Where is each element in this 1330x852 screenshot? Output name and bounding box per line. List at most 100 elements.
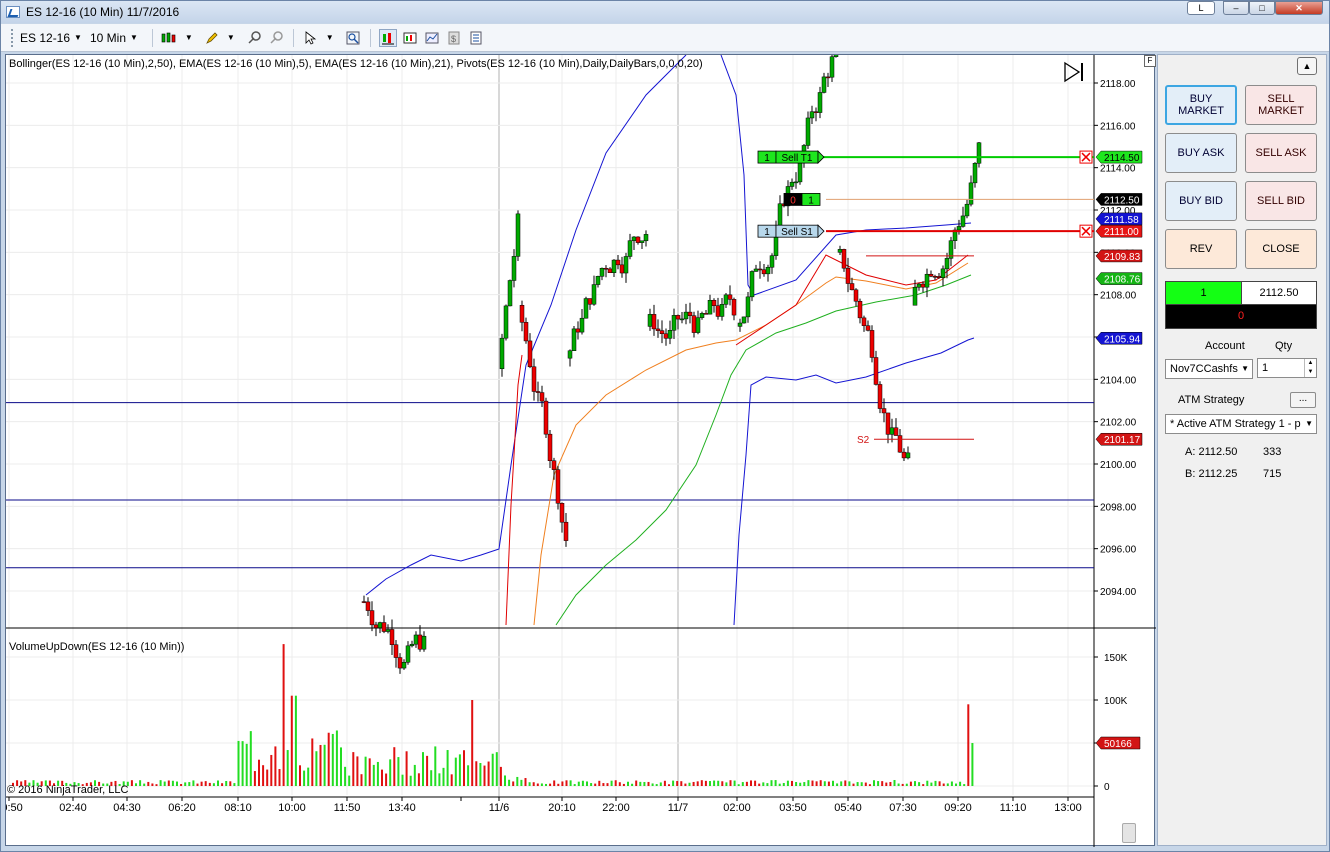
chart-app-icon <box>6 6 20 18</box>
ema-slow-line <box>555 274 972 626</box>
candle-body <box>968 182 974 205</box>
spin-arrows-icon[interactable]: ▲ ▼ <box>1304 359 1316 377</box>
buy-ask-button[interactable]: BUY ASK <box>1165 133 1237 173</box>
candle-body <box>675 315 681 320</box>
chart-panel[interactable]: S2 1 Sell T1 0 1 1 Sell S1 2118.00 2116.00 2114.0… <box>5 54 1156 847</box>
candle-body <box>571 328 577 351</box>
candle-body <box>916 283 922 288</box>
position-short-tag: 0 <box>783 193 803 206</box>
candle-body <box>813 111 819 113</box>
volume-bar <box>709 781 711 786</box>
magnet-icon[interactable] <box>245 29 263 47</box>
quantity-stepper[interactable]: 1 ▲ ▼ <box>1257 358 1317 378</box>
volume-bar <box>262 765 265 786</box>
candle-body <box>583 298 589 319</box>
bar-style-dropdown[interactable]: ▼ <box>181 33 193 42</box>
volume-bar <box>922 784 925 786</box>
sell-market-button[interactable]: SELL MARKET <box>1245 85 1317 125</box>
volume-bar <box>614 780 617 786</box>
time-tick-label: 20:10 <box>548 802 576 814</box>
toolbar-separator <box>369 28 371 47</box>
account-select[interactable]: Nov7CCashfs ▼ <box>1165 359 1253 379</box>
toolbar-grip[interactable] <box>11 28 14 47</box>
drawing-tools-dropdown[interactable]: ▼ <box>223 33 235 42</box>
horizontal-scroll-thumb[interactable] <box>1122 823 1136 843</box>
time-tick-label: 04:30 <box>113 802 141 814</box>
interval-selector[interactable]: 10 Min ▼ <box>90 31 138 45</box>
candle-body <box>845 267 851 284</box>
volume-bar <box>729 780 732 786</box>
cancel-order-icon[interactable] <box>1079 224 1093 238</box>
reverse-button[interactable]: REV <box>1165 229 1237 269</box>
volume-bar <box>684 783 687 786</box>
volume-bar <box>344 766 347 786</box>
price-tick-label: 2096.00 <box>1100 545 1137 556</box>
maximize-button[interactable]: □ <box>1249 1 1275 15</box>
atm-settings-button[interactable]: ... <box>1290 392 1316 408</box>
volume-bar <box>819 780 822 786</box>
dollar-icon[interactable]: $ <box>445 29 463 47</box>
pointer-icon[interactable] <box>302 29 320 47</box>
price-tick-label: 2108.00 <box>1100 291 1137 302</box>
properties-icon[interactable] <box>467 29 485 47</box>
chart-trader-icon[interactable] <box>378 28 397 47</box>
volume-bar <box>167 780 170 786</box>
close-position-button[interactable]: CLOSE <box>1245 229 1317 269</box>
fixed-scale-button[interactable]: F <box>1144 55 1156 67</box>
minimize-button[interactable]: – <box>1223 1 1249 15</box>
atm-strategy-select[interactable]: * Active ATM Strategy 1 - p ▼ <box>1165 414 1317 434</box>
stop-label-tag: Sell S1 <box>775 224 819 238</box>
volume-bar <box>286 750 289 786</box>
zoom-icon[interactable] <box>344 29 362 47</box>
sell-bid-button[interactable]: SELL BID <box>1245 181 1317 221</box>
candle-body <box>523 322 529 342</box>
close-window-button[interactable]: ✕ <box>1275 1 1323 15</box>
volume-bar <box>627 781 629 786</box>
instrument-selector[interactable]: ES 12-16 ▼ <box>20 31 82 45</box>
strategies-icon[interactable] <box>423 29 441 47</box>
volume-bar <box>782 782 785 786</box>
volume-bar <box>618 782 621 786</box>
volume-legend: VolumeUpDown(ES 12-16 (10 Min)) <box>9 641 185 653</box>
crosshair-icon[interactable] <box>267 29 285 47</box>
volume-bar <box>491 753 494 786</box>
candle-body <box>393 644 399 658</box>
toolbar-separator <box>292 28 294 47</box>
time-tick-label: 08:10 <box>224 802 252 814</box>
candle-body <box>503 305 509 339</box>
candle-body <box>405 645 411 663</box>
volume-bar <box>454 757 457 786</box>
ema-fast-line <box>735 254 969 346</box>
buy-market-button[interactable]: BUY MARKET <box>1165 85 1237 125</box>
volume-bar <box>217 780 219 786</box>
scroll-to-end-triangle <box>1064 61 1081 83</box>
candle-body <box>527 340 533 368</box>
volume-bar <box>352 752 355 786</box>
volume-bar <box>663 780 666 786</box>
candle-body <box>964 203 970 217</box>
link-button[interactable]: L <box>1187 1 1215 15</box>
chevron-down-icon: ▼ <box>130 33 138 42</box>
price-tick-label: 2118.00 <box>1100 79 1136 90</box>
candlestick-style-icon[interactable] <box>161 29 179 47</box>
volume-bar <box>180 784 183 786</box>
volume-bar <box>397 757 400 786</box>
price-tick-label: 2116.00 <box>1100 121 1136 132</box>
volume-bar <box>516 776 519 786</box>
price-chart[interactable]: S2 1 Sell T1 0 1 1 Sell S1 2118.00 2116.00 2114.0… <box>6 55 1156 847</box>
svg-text:$: $ <box>451 34 456 44</box>
volume-bar <box>290 695 293 786</box>
pencil-draw-icon[interactable] <box>203 29 221 47</box>
sell-ask-button[interactable]: SELL ASK <box>1245 133 1317 173</box>
cancel-order-icon[interactable] <box>1079 150 1093 164</box>
collapse-panel-button[interactable]: ▲ <box>1297 57 1317 75</box>
candle-body <box>711 299 717 306</box>
pointer-dropdown[interactable]: ▼ <box>322 33 334 42</box>
candle-body <box>671 315 677 331</box>
volume-bar <box>569 780 572 786</box>
buy-bid-button[interactable]: BUY BID <box>1165 181 1237 221</box>
indicators-icon[interactable] <box>401 29 419 47</box>
title-bar[interactable]: ES 12-16 (10 Min) 11/7/2016 L – □ ✕ <box>1 1 1329 23</box>
candle-body <box>737 322 743 327</box>
volume-bar <box>147 781 150 786</box>
